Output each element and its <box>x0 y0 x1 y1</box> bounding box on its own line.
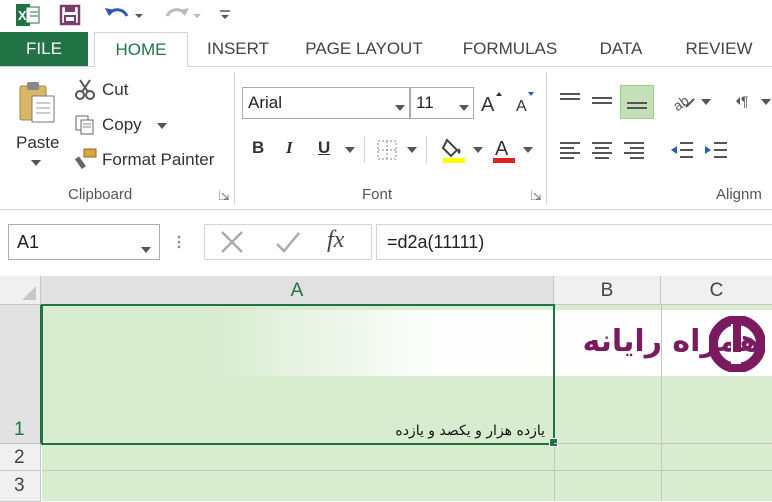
enter-icon[interactable] <box>273 229 303 255</box>
cell-c2[interactable] <box>662 444 772 470</box>
row-header-2[interactable]: 2 <box>0 444 41 471</box>
name-box-value: A1 <box>17 232 40 252</box>
column-header-b[interactable]: B <box>554 276 661 305</box>
copy-icon[interactable] <box>74 114 96 136</box>
bottom-align-icon[interactable] <box>620 85 654 119</box>
cell-a1[interactable]: یازده هزار و یکصد و یازده <box>41 304 555 445</box>
svg-text:ab: ab <box>670 92 692 113</box>
name-box[interactable]: A1 <box>8 224 160 260</box>
decrease-indent-icon[interactable] <box>668 137 696 163</box>
font-name-select[interactable]: Arial <box>242 87 410 119</box>
row-header-3[interactable]: 3 <box>0 471 41 502</box>
alignment-group-label: Alignm <box>716 186 762 203</box>
group-divider <box>546 73 547 205</box>
drag-handle-icon[interactable] <box>176 234 182 255</box>
row-header-3-label: 3 <box>14 475 25 496</box>
column-header-a[interactable]: A <box>41 276 554 306</box>
tab-insert[interactable]: INSERT <box>198 32 278 66</box>
tab-page-layout[interactable]: PAGE LAYOUT <box>296 32 432 66</box>
svg-text:A: A <box>481 94 495 114</box>
text-direction-icon[interactable]: ¶ <box>734 89 758 113</box>
fill-color-dropdown-icon[interactable] <box>472 145 484 155</box>
clipboard-launcher-icon[interactable] <box>218 189 230 201</box>
cell-a2[interactable] <box>42 444 554 470</box>
cell-a1-value: یازده هزار و یکصد و یازده <box>395 423 545 439</box>
underline-dropdown-icon[interactable] <box>344 145 356 155</box>
font-name-value: Arial <box>248 93 283 112</box>
shrink-font-icon[interactable]: A <box>514 89 538 115</box>
formula-text: =d2a(11111) <box>387 232 485 252</box>
clipboard-group-label: Clipboard <box>68 186 133 203</box>
fill-color-icon[interactable] <box>440 135 468 165</box>
scissors-icon[interactable] <box>74 79 96 101</box>
formula-input[interactable]: =d2a(11111) <box>376 224 772 260</box>
ribbon-tabs: FILE HOME INSERT PAGE LAYOUT FORMULAS DA… <box>0 32 772 68</box>
paste-dropdown-icon[interactable] <box>28 157 44 169</box>
format-painter-icon[interactable] <box>74 147 98 171</box>
align-center-icon[interactable] <box>588 137 616 163</box>
paste-icon[interactable] <box>14 79 60 127</box>
borders-icon[interactable] <box>374 137 400 163</box>
font-group-label: Font <box>362 186 393 203</box>
chevron-down-icon[interactable] <box>395 96 405 116</box>
cell-a3[interactable] <box>42 471 554 501</box>
align-left-icon[interactable] <box>556 137 584 163</box>
svg-text:X: X <box>18 8 27 23</box>
tab-review[interactable]: REVIEW <box>674 32 764 66</box>
top-align-icon[interactable] <box>556 87 584 113</box>
copy-dropdown-icon[interactable] <box>156 121 168 131</box>
undo-icon[interactable] <box>100 2 146 28</box>
align-right-icon[interactable] <box>620 137 648 163</box>
chevron-down-icon[interactable] <box>141 238 151 258</box>
insert-function-button[interactable]: fx <box>327 227 344 254</box>
watermark-logo-icon <box>708 314 766 374</box>
bold-button[interactable]: B <box>252 138 264 158</box>
orientation-icon[interactable]: ab <box>668 87 698 115</box>
italic-button[interactable]: I <box>286 138 293 158</box>
svg-text:A: A <box>516 98 527 114</box>
orientation-dropdown-icon[interactable] <box>700 97 712 107</box>
ribbon: Paste Cut Copy Format Painter Clipboard … <box>0 67 772 210</box>
underline-button[interactable]: U <box>318 138 330 158</box>
svg-text:¶: ¶ <box>741 93 749 109</box>
customize-toolbar-icon[interactable] <box>214 2 236 28</box>
tab-file[interactable]: FILE <box>0 32 88 66</box>
formula-bar: A1 fx =d2a(11111) <box>0 210 772 276</box>
divider <box>426 137 427 163</box>
excel-logo-icon: X <box>14 2 42 28</box>
row-header-1[interactable]: 1 <box>0 305 42 444</box>
grow-font-icon[interactable]: A <box>480 89 504 115</box>
cut-label[interactable]: Cut <box>102 80 128 100</box>
row-header-1-label: 1 <box>14 419 25 440</box>
middle-align-icon[interactable] <box>588 87 616 113</box>
tab-formulas[interactable]: FORMULAS <box>452 32 568 66</box>
quick-access-toolbar: X <box>0 0 772 32</box>
copy-label[interactable]: Copy <box>102 115 142 135</box>
font-color-dropdown-icon[interactable] <box>522 145 534 155</box>
chevron-down-icon[interactable] <box>459 96 469 116</box>
formula-buttons: fx <box>204 224 372 260</box>
cancel-icon[interactable] <box>217 229 247 255</box>
paste-label[interactable]: Paste <box>16 133 59 153</box>
save-icon[interactable] <box>56 2 84 28</box>
tab-data[interactable]: DATA <box>586 32 656 66</box>
text-direction-dropdown-icon[interactable] <box>760 97 772 107</box>
redo-icon[interactable] <box>160 2 206 28</box>
increase-indent-icon[interactable] <box>702 137 730 163</box>
divider <box>364 137 365 163</box>
font-size-value: 11 <box>416 93 434 112</box>
font-size-select[interactable]: 11 <box>410 87 474 119</box>
group-divider <box>234 73 235 205</box>
row-header-2-label: 2 <box>14 447 25 468</box>
format-painter-label[interactable]: Format Painter <box>102 150 214 170</box>
font-launcher-icon[interactable] <box>530 189 542 201</box>
font-color-icon[interactable]: A <box>490 135 518 165</box>
cell-b2[interactable] <box>555 444 661 470</box>
svg-text:A: A <box>495 138 509 160</box>
borders-dropdown-icon[interactable] <box>406 145 418 155</box>
column-header-c[interactable]: C <box>661 276 772 305</box>
select-all-corner[interactable] <box>0 276 41 305</box>
tab-home[interactable]: HOME <box>94 32 188 68</box>
